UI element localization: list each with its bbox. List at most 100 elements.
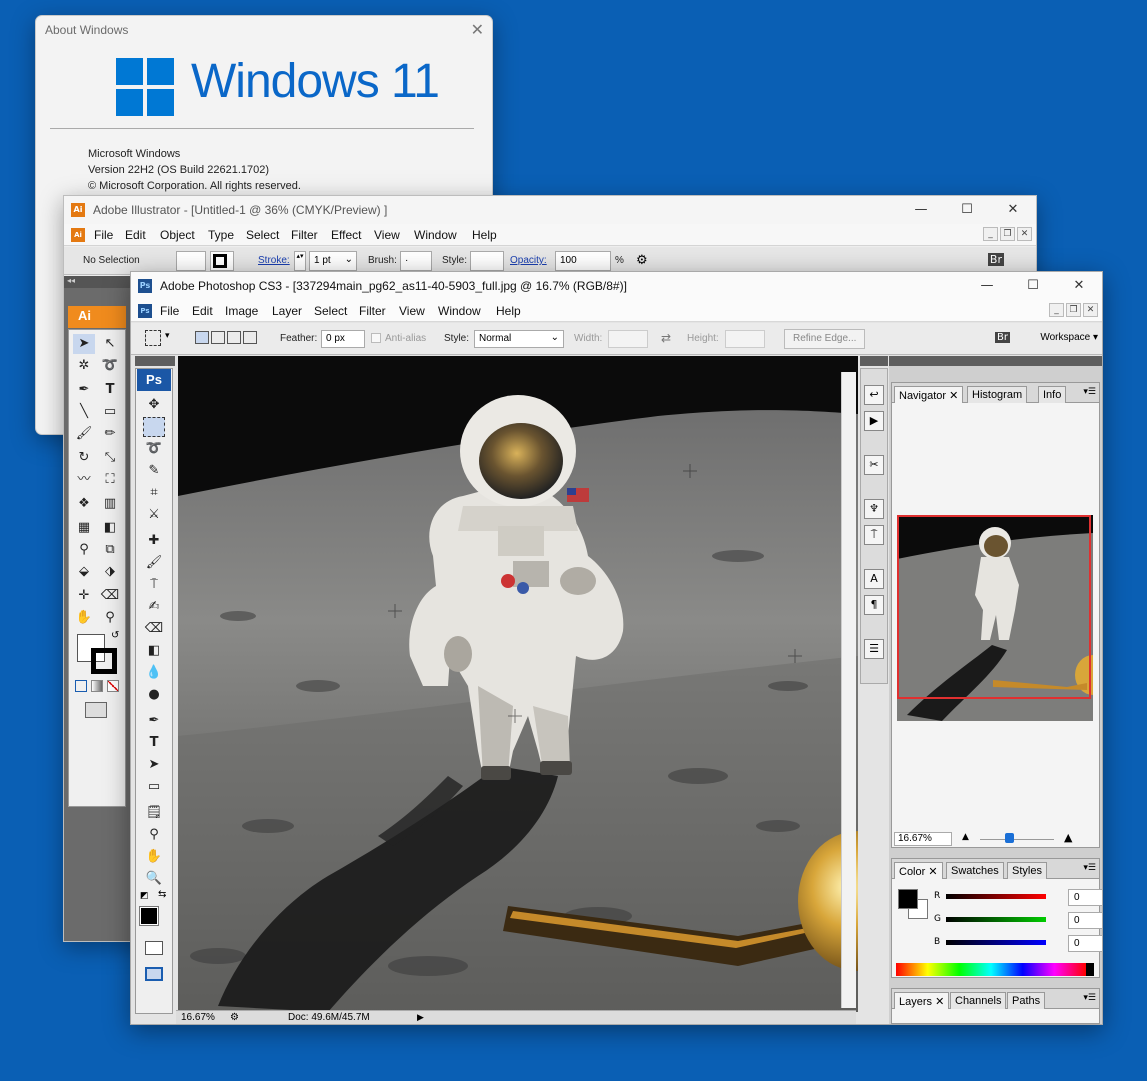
dodge-tool-icon[interactable]: ● [143, 685, 165, 705]
black-swatch[interactable] [1086, 963, 1094, 976]
tab-info[interactable]: Info [1038, 386, 1067, 403]
antialias-checkbox[interactable] [371, 333, 381, 343]
menu-window[interactable]: Window [438, 304, 481, 318]
icon-strip-header[interactable] [860, 356, 888, 366]
doc-close-icon[interactable]: ✕ [1017, 227, 1032, 241]
default-colors-icon[interactable]: ◩ [140, 891, 149, 901]
menu-view[interactable]: View [374, 228, 400, 242]
history-panel-icon[interactable]: ↩ [864, 385, 884, 405]
chevron-down-icon[interactable]: ▾ [165, 331, 170, 341]
eyedropper-icon[interactable]: ⚲ [143, 825, 165, 845]
stroke-swatch[interactable] [210, 251, 234, 271]
refine-edge-button[interactable]: Refine Edge... [784, 329, 866, 349]
maximize-icon[interactable]: ☐ [944, 196, 990, 224]
menu-help[interactable]: Help [472, 228, 497, 242]
menu-layer[interactable]: Layer [272, 304, 302, 318]
swap-colors-icon[interactable]: ↺ [111, 630, 119, 641]
screen-mode-icon[interactable] [145, 967, 163, 981]
lasso-tool-icon[interactable]: ➰ [143, 439, 165, 459]
doc-restore-icon[interactable]: ❐ [1000, 227, 1015, 241]
doc-minimize-icon[interactable]: _ [1049, 303, 1064, 317]
photoshop-titlebar[interactable]: Ps Adobe Photoshop CS3 - [337294main_pg6… [131, 272, 1102, 300]
close-icon[interactable]: ✕ [471, 20, 484, 39]
tab-navigator[interactable]: Navigator ✕ [894, 386, 964, 403]
intersect-selection-icon[interactable] [243, 331, 257, 344]
marquee-preset-icon[interactable] [145, 330, 161, 346]
zoom-tool-icon[interactable]: ⚲ [99, 608, 121, 628]
stroke-stepper[interactable]: ▴▾ [294, 251, 306, 271]
menu-view[interactable]: View [399, 304, 425, 318]
move-tool-icon[interactable]: ✥ [143, 395, 165, 415]
swap-dimensions-icon[interactable]: ⇄ [661, 331, 671, 345]
gradient-tool-icon[interactable]: ◧ [143, 641, 165, 661]
canvas-vertical-scrollbar[interactable] [841, 372, 856, 1008]
panel-menu-icon[interactable]: ▾☰ [1083, 387, 1096, 397]
channel-b-value[interactable]: 0 [1068, 935, 1102, 952]
notes-tool-icon[interactable]: 🗒 [143, 803, 165, 823]
minimize-icon[interactable]: — [964, 272, 1010, 300]
actions-panel-icon[interactable]: ▶ [864, 411, 884, 431]
hand-tool-icon[interactable]: ✋ [143, 847, 165, 867]
scale-tool-icon[interactable]: ⤡ [99, 448, 121, 468]
style-select[interactable]: Normal ⌄ [474, 330, 564, 348]
menu-select[interactable]: Select [314, 304, 347, 318]
stroke-label[interactable]: Stroke: [258, 255, 290, 266]
paragraph-panel-icon[interactable]: ¶ [864, 595, 884, 615]
tab-swatches[interactable]: Swatches [946, 862, 1004, 879]
symbol-sprayer-icon[interactable]: ❖ [73, 494, 95, 514]
paintbrush-tool-icon[interactable]: 🖌 [73, 424, 95, 444]
menu-edit[interactable]: Edit [125, 228, 146, 242]
menu-filter[interactable]: Filter [359, 304, 386, 318]
type-tool-icon[interactable]: T [99, 380, 121, 400]
swap-colors-icon[interactable]: ⇆ [158, 889, 166, 900]
brush-tool-icon[interactable]: 🖌 [143, 553, 165, 573]
tab-layers[interactable]: Layers ✕ [894, 992, 950, 1009]
screen-mode-icon[interactable] [85, 702, 107, 718]
direct-selection-tool-icon[interactable]: ↖ [99, 334, 121, 354]
menu-file[interactable]: File [94, 228, 113, 242]
status-menu-icon[interactable]: ⚙ [230, 1012, 239, 1023]
mesh-tool-icon[interactable]: ▦ [73, 518, 95, 538]
clone-stamp-icon[interactable]: ⍑ [143, 575, 165, 595]
channel-g-slider[interactable] [946, 917, 1046, 922]
navigator-zoom-field[interactable]: 16.67% [894, 832, 952, 846]
stroke-color-icon[interactable] [91, 648, 117, 674]
character-panel-icon[interactable]: A [864, 569, 884, 589]
slice-tool-icon[interactable]: ⚔ [143, 505, 165, 525]
eraser-tool-icon[interactable]: ⌫ [143, 619, 165, 639]
workspace-menu[interactable]: Workspace ▾ [1040, 332, 1098, 343]
none-mode-icon[interactable] [107, 680, 119, 692]
crop-tool-icon[interactable]: ⌗ [143, 483, 165, 503]
menu-type[interactable]: Type [208, 228, 234, 242]
panel-menu-icon[interactable]: ▾☰ [1083, 993, 1096, 1003]
menu-window[interactable]: Window [414, 228, 457, 242]
live-paint-icon[interactable]: ⬙ [73, 562, 95, 582]
panel-menu-icon[interactable]: ▾☰ [1083, 863, 1096, 873]
blur-tool-icon[interactable]: 💧 [143, 663, 165, 683]
opacity-field[interactable]: 100 [555, 251, 611, 271]
eyedropper-icon[interactable]: ⚲ [73, 540, 95, 560]
healing-brush-icon[interactable]: ✚ [143, 531, 165, 551]
menu-effect[interactable]: Effect [331, 228, 361, 242]
hand-tool-icon[interactable]: ✋ [73, 608, 95, 628]
opacity-label[interactable]: Opacity: [510, 255, 547, 266]
tab-color[interactable]: Color ✕ [894, 862, 943, 879]
selection-tool-icon[interactable]: ➤ [73, 334, 95, 354]
doc-restore-icon[interactable]: ❐ [1066, 303, 1081, 317]
crop-area-icon[interactable]: ✛ [73, 586, 95, 606]
quick-selection-icon[interactable]: ✎ [143, 461, 165, 481]
doc-minimize-icon[interactable]: _ [983, 227, 998, 241]
color-spectrum-bar[interactable] [896, 963, 1086, 976]
brush-dropdown[interactable]: · [400, 251, 432, 271]
navigator-thumbnail[interactable] [897, 515, 1093, 721]
menu-object[interactable]: Object [160, 228, 195, 242]
new-selection-icon[interactable] [195, 331, 209, 344]
foreground-color-icon[interactable] [139, 906, 159, 926]
subtract-selection-icon[interactable] [227, 331, 241, 344]
magic-wand-icon[interactable]: ✲ [73, 356, 95, 376]
history-brush-icon[interactable]: ✍ [143, 597, 165, 617]
rotate-tool-icon[interactable]: ↻ [73, 448, 95, 468]
lasso-tool-icon[interactable]: ➰ [99, 356, 121, 376]
channel-g-value[interactable]: 0 [1068, 912, 1102, 929]
feather-input[interactable]: 0 px [321, 330, 365, 348]
